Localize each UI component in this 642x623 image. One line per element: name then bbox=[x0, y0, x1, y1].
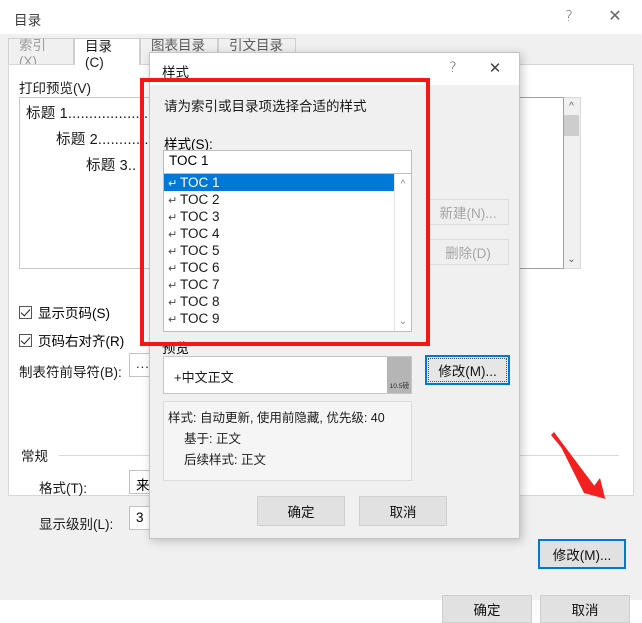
outer-cancel-button[interactable]: 取消 bbox=[540, 595, 630, 623]
font-preview-sample: +中文正文 bbox=[174, 370, 234, 385]
outer-cancel-button-label: 取消 bbox=[571, 603, 599, 618]
list-item-label: TOC 4 bbox=[180, 226, 220, 241]
outer-ok-button[interactable]: 确定 bbox=[442, 595, 532, 623]
tab-leader-label: 制表符前导符(B): bbox=[19, 365, 122, 380]
help-glyph: ? bbox=[449, 60, 457, 76]
list-item[interactable]: ↵ TOC 3 bbox=[164, 208, 411, 225]
list-item[interactable]: ↵ TOC 9 bbox=[164, 310, 411, 327]
list-item-label: TOC 9 bbox=[180, 311, 220, 326]
web-preview-scrollbar[interactable]: ^ ⌄ bbox=[564, 97, 581, 269]
chevron-down-icon[interactable]: ⌄ bbox=[395, 313, 411, 329]
list-item[interactable]: ↵ TOC 5 bbox=[164, 242, 411, 259]
help-glyph: ? bbox=[565, 6, 573, 25]
list-item[interactable]: ↵ TOC 2 bbox=[164, 191, 411, 208]
style-modify-button-label: 修改(M)... bbox=[438, 364, 497, 379]
preview-group-label: 预览 bbox=[162, 341, 189, 356]
list-item[interactable]: ↵ TOC 7 bbox=[164, 276, 411, 293]
list-item-label: TOC 6 bbox=[180, 260, 220, 275]
checkbox-icon bbox=[19, 305, 32, 319]
list-item-label: TOC 8 bbox=[180, 294, 220, 309]
general-group-label: 常规 bbox=[21, 449, 48, 464]
new-style-button[interactable]: 新建(N)... bbox=[427, 199, 509, 225]
scrollbar-thumb[interactable] bbox=[564, 115, 579, 136]
delete-style-button-label: 删除(D) bbox=[445, 246, 491, 261]
font-preview-box: +中文正文 10.5磅 bbox=[163, 356, 412, 394]
outer-titlebar: 目录 ? ✕ bbox=[0, 0, 642, 34]
list-item-label: TOC 7 bbox=[180, 277, 220, 292]
checkbox-show-page-numbers[interactable]: 显示页码(S) bbox=[19, 302, 110, 322]
help-icon[interactable]: ? bbox=[546, 0, 592, 32]
style-modify-button[interactable]: 修改(M)... bbox=[425, 355, 510, 385]
paragraph-mark-icon: ↵ bbox=[168, 314, 178, 326]
tab-toc[interactable]: 目录(C) bbox=[74, 38, 140, 70]
print-preview-label: 打印预览(V) bbox=[19, 81, 91, 96]
delete-style-button[interactable]: 删除(D) bbox=[427, 239, 509, 265]
style-cancel-button[interactable]: 取消 bbox=[359, 496, 447, 526]
style-description-line-3: 后续样式: 正文 bbox=[184, 453, 266, 467]
tab-index[interactable]: 索引(X) bbox=[8, 38, 74, 69]
style-ok-button-label: 确定 bbox=[287, 505, 315, 520]
print-preview-line-3: 标题 3.. bbox=[86, 158, 137, 174]
checkbox-right-align-page-numbers-label: 页码右对齐(R) bbox=[38, 334, 125, 349]
chevron-down-icon[interactable]: ⌄ bbox=[564, 251, 579, 268]
font-size-value: 10.5磅 bbox=[389, 383, 409, 390]
list-item-label: TOC 5 bbox=[180, 243, 220, 258]
list-item-label: TOC 2 bbox=[180, 192, 220, 207]
help-icon[interactable]: ? bbox=[433, 53, 473, 83]
close-icon[interactable]: ✕ bbox=[592, 0, 638, 32]
list-item-label: TOC 3 bbox=[180, 209, 220, 224]
close-glyph: ✕ bbox=[488, 58, 502, 77]
checkbox-icon bbox=[19, 333, 32, 347]
outer-ok-button-label: 确定 bbox=[473, 603, 501, 618]
list-item[interactable]: ↵ TOC 1 bbox=[164, 174, 411, 191]
style-dialog: 样式 ? ✕ 请为索引或目录项选择合适的样式 样式(S): TOC 1 ↵ TOC… bbox=[149, 52, 520, 539]
format-label: 格式(T): bbox=[39, 481, 87, 496]
tab-toc-label: 目录(C) bbox=[85, 38, 112, 70]
close-glyph: ✕ bbox=[608, 6, 622, 25]
styles-listbox[interactable]: ↵ TOC 1 ↵ TOC 2 ↵ TOC 3 ↵ TOC 4 ↵ TOC 5 ↵ TOC … bbox=[163, 173, 412, 332]
list-item[interactable]: ↵ TOC 8 bbox=[164, 293, 411, 310]
style-description-line-1: 样式: 自动更新, 使用前隐藏, 优先级: 40 bbox=[168, 411, 385, 425]
styles-text-input[interactable]: TOC 1 bbox=[163, 150, 412, 174]
styles-listbox-scrollbar[interactable]: ^ ⌄ bbox=[394, 174, 411, 331]
new-style-button-label: 新建(N)... bbox=[439, 206, 497, 221]
outer-window-title: 目录 bbox=[14, 13, 42, 28]
outer-modify-button[interactable]: 修改(M)... bbox=[538, 539, 626, 569]
style-cancel-button-label: 取消 bbox=[389, 505, 417, 520]
chevron-up-icon[interactable]: ^ bbox=[564, 98, 579, 115]
style-ok-button[interactable]: 确定 bbox=[257, 496, 345, 526]
list-item-label: TOC 1 bbox=[180, 175, 220, 190]
style-dialog-prompt: 请为索引或目录项选择合适的样式 bbox=[164, 99, 367, 114]
style-dialog-title: 样式 bbox=[162, 65, 189, 80]
chevron-up-icon[interactable]: ^ bbox=[395, 176, 411, 192]
checkbox-right-align-page-numbers[interactable]: 页码右对齐(R) bbox=[19, 330, 124, 350]
outer-modify-button-label: 修改(M)... bbox=[552, 548, 612, 563]
style-description-line-2: 基于: 正文 bbox=[184, 432, 241, 446]
style-description-box: 样式: 自动更新, 使用前隐藏, 优先级: 40 基于: 正文 后续样式: 正文 bbox=[163, 401, 412, 481]
font-size-chip: 10.5磅 bbox=[387, 357, 411, 393]
show-levels-value: 3 bbox=[136, 510, 144, 525]
close-icon[interactable]: ✕ bbox=[475, 53, 515, 83]
checkbox-show-page-numbers-label: 显示页码(S) bbox=[38, 306, 110, 321]
list-item[interactable]: ↵ TOC 6 bbox=[164, 259, 411, 276]
styles-text-input-value: TOC 1 bbox=[169, 153, 209, 168]
list-item[interactable]: ↵ TOC 4 bbox=[164, 225, 411, 242]
show-levels-label: 显示级别(L): bbox=[39, 517, 114, 532]
style-dialog-titlebar: 样式 ? ✕ bbox=[150, 53, 519, 85]
